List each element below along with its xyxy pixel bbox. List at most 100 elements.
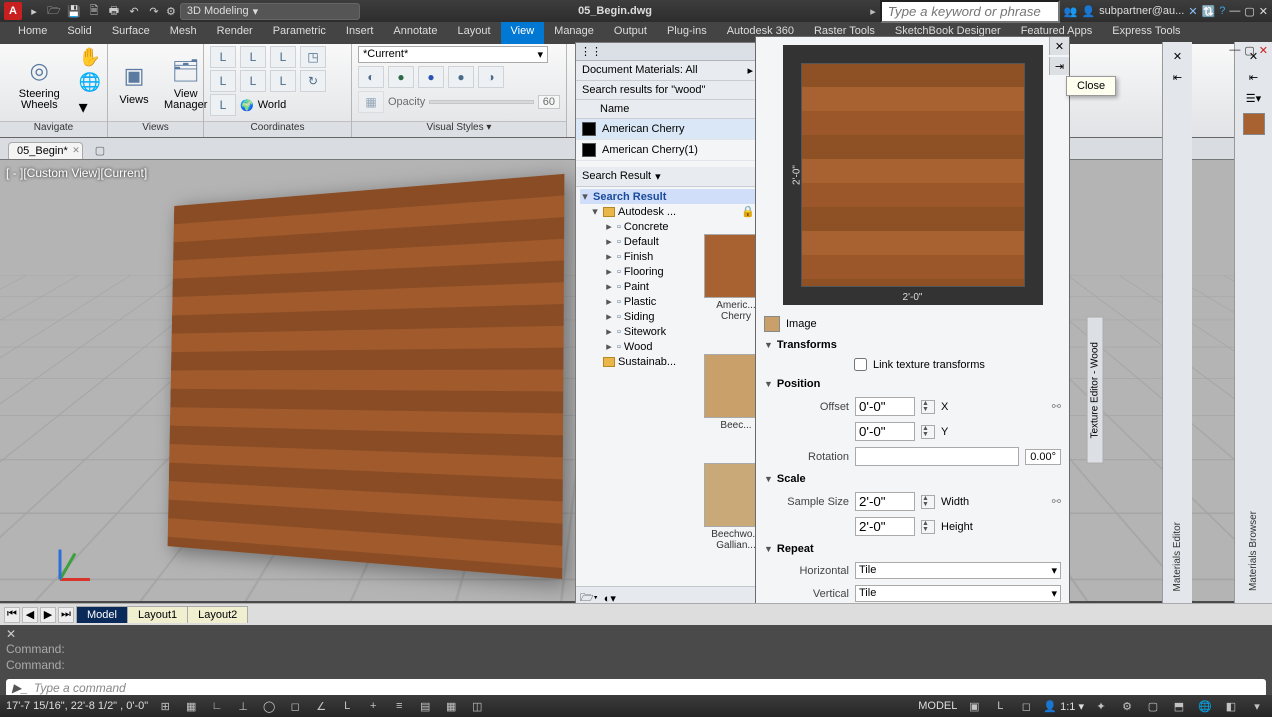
- menu-annotate[interactable]: Annotate: [383, 22, 447, 44]
- sc-icon[interactable]: ◫: [468, 697, 486, 715]
- material-swatch[interactable]: [1243, 113, 1265, 135]
- app-logo[interactable]: A: [4, 2, 22, 20]
- ucs-icon[interactable]: ◳: [300, 46, 326, 68]
- dyn-icon[interactable]: +: [364, 697, 382, 715]
- tab-nav-last-icon[interactable]: ⏭: [58, 607, 74, 623]
- spinner-icon[interactable]: ▲▼: [921, 425, 935, 439]
- ucs-icon[interactable]: L: [210, 70, 236, 92]
- snap-icon[interactable]: ∟: [208, 697, 226, 715]
- menu-express-tools[interactable]: Express Tools: [1102, 22, 1190, 44]
- image-thumbnail-icon[interactable]: [764, 316, 780, 332]
- section-scale[interactable]: Scale: [764, 469, 1061, 489]
- status-icon[interactable]: ⬒: [1170, 697, 1188, 715]
- vs-icon[interactable]: ●: [418, 66, 444, 88]
- visual-style-selector[interactable]: *Current*▾: [358, 46, 548, 63]
- cmd-close-icon[interactable]: ✕: [6, 627, 16, 641]
- rotation-value[interactable]: 0.00°: [1025, 449, 1061, 465]
- status-icon[interactable]: ▣: [965, 697, 983, 715]
- status-icon[interactable]: ▢: [1144, 697, 1162, 715]
- workspace-selector[interactable]: 3D Modeling▾: [180, 3, 360, 20]
- document-tab[interactable]: 05_Begin*✕: [8, 142, 83, 159]
- layout-tab-layout1[interactable]: Layout1: [127, 606, 188, 623]
- chevron-right-icon[interactable]: ▸: [747, 64, 753, 77]
- open-icon[interactable]: 🗁: [46, 3, 62, 19]
- plot-icon[interactable]: 🖶: [106, 3, 122, 19]
- column-header-name[interactable]: Name: [576, 100, 759, 119]
- spinner-icon[interactable]: ▲▼: [921, 495, 935, 509]
- ucs-icon[interactable]: L: [210, 46, 236, 68]
- menu-render[interactable]: Render: [207, 22, 263, 44]
- status-icon[interactable]: ⊞: [156, 697, 174, 715]
- link-icon[interactable]: ⚯: [1052, 400, 1061, 413]
- model-space-badge[interactable]: MODEL: [918, 700, 957, 712]
- ucs-name[interactable]: World: [258, 99, 287, 111]
- scale-height-input[interactable]: [855, 517, 915, 536]
- close-button[interactable]: ✕: [1049, 37, 1069, 55]
- maximize-icon[interactable]: ▢: [1244, 5, 1254, 18]
- tab-nav-prev-icon[interactable]: ◀: [22, 607, 38, 623]
- section-transforms[interactable]: Transforms: [764, 335, 1061, 355]
- menu-mesh[interactable]: Mesh: [160, 22, 207, 44]
- help-search-input[interactable]: [880, 0, 1060, 23]
- qp-icon[interactable]: ▦: [442, 697, 460, 715]
- close-icon[interactable]: ✕: [1259, 5, 1268, 18]
- vs-icon[interactable]: ◑: [478, 66, 504, 88]
- redo-icon[interactable]: ↷: [146, 3, 162, 19]
- viewport-label[interactable]: [ - ][Custom View][Current]: [6, 166, 147, 180]
- menu-surface[interactable]: Surface: [102, 22, 160, 44]
- ucs-icon[interactable]: L: [270, 70, 296, 92]
- search-result-tab[interactable]: Search Result: [582, 170, 651, 183]
- lwt-icon[interactable]: ≡: [390, 697, 408, 715]
- ucs-icon[interactable]: L: [240, 70, 266, 92]
- list-view-icon[interactable]: ☰▾: [1246, 92, 1261, 105]
- repeat-vertical-select[interactable]: Tile▾: [855, 585, 1061, 602]
- cmd-prompt-icon[interactable]: ▶_: [12, 681, 28, 695]
- ducs-icon[interactable]: L: [338, 697, 356, 715]
- close-icon[interactable]: ✕: [72, 145, 80, 156]
- otrack-icon[interactable]: ∠: [312, 697, 330, 715]
- mdi-restore-icon[interactable]: ▢: [1244, 44, 1254, 57]
- tab-nav-first-icon[interactable]: ⏮: [4, 607, 20, 623]
- status-icon[interactable]: ◻: [1017, 697, 1035, 715]
- autohide-icon[interactable]: ⇤: [1173, 71, 1182, 84]
- link-icon[interactable]: ⚯: [1052, 495, 1061, 508]
- spinner-icon[interactable]: ▲▼: [921, 400, 935, 414]
- menu-view[interactable]: View: [501, 22, 545, 44]
- menu-manage[interactable]: Manage: [544, 22, 604, 44]
- material-row[interactable]: American Cherry: [576, 119, 759, 140]
- tpy-icon[interactable]: ▤: [416, 697, 434, 715]
- offset-x-input[interactable]: [855, 397, 915, 416]
- grid-icon[interactable]: ▦: [182, 697, 200, 715]
- status-icon[interactable]: ⚙: [1118, 697, 1136, 715]
- panel-grip-icon[interactable]: ⋮⋮: [580, 45, 602, 58]
- autohide-icon[interactable]: ⇤: [1249, 71, 1258, 84]
- search-icon[interactable]: 👥: [1064, 5, 1078, 18]
- steering-wheels-button[interactable]: ◎ Steering Wheels: [6, 53, 73, 113]
- offset-y-input[interactable]: [855, 422, 915, 441]
- material-row[interactable]: American Cherry(1): [576, 140, 759, 161]
- close-icon[interactable]: ✕: [1173, 50, 1182, 63]
- section-position[interactable]: Position: [764, 374, 1061, 394]
- status-icon[interactable]: ✦: [1092, 697, 1110, 715]
- annotation-scale[interactable]: 👤 1:1 ▾: [1043, 700, 1084, 713]
- infocenter-icon[interactable]: ▸: [870, 5, 876, 18]
- materials-editor-tab[interactable]: Materials Editor: [1172, 522, 1183, 591]
- doc-materials-header[interactable]: Document Materials: All: [582, 64, 698, 77]
- minimize-icon[interactable]: —: [1229, 5, 1240, 18]
- texture-editor-title[interactable]: Texture Editor - Wood: [1087, 317, 1104, 464]
- new-tab-button[interactable]: ▢: [87, 142, 113, 159]
- mdi-close-icon[interactable]: ✕: [1259, 44, 1268, 57]
- ortho-icon[interactable]: ⊥: [234, 697, 252, 715]
- ucs-icon[interactable]: L: [270, 46, 296, 68]
- user-account[interactable]: 👤subpartner@au...: [1081, 5, 1184, 18]
- menu-layout[interactable]: Layout: [447, 22, 500, 44]
- scale-width-input[interactable]: [855, 492, 915, 511]
- exchange-icon[interactable]: ✕: [1188, 5, 1197, 18]
- layout-tab-model[interactable]: Model: [76, 606, 128, 623]
- vs-icon[interactable]: ◐: [358, 66, 384, 88]
- layout-tab-layout2[interactable]: Layout2: [187, 606, 248, 623]
- save-icon[interactable]: 💾: [66, 3, 82, 19]
- menu-plug-ins[interactable]: Plug-ins: [657, 22, 717, 44]
- rotation-slider[interactable]: [855, 447, 1019, 466]
- link-transforms-checkbox[interactable]: [854, 358, 867, 371]
